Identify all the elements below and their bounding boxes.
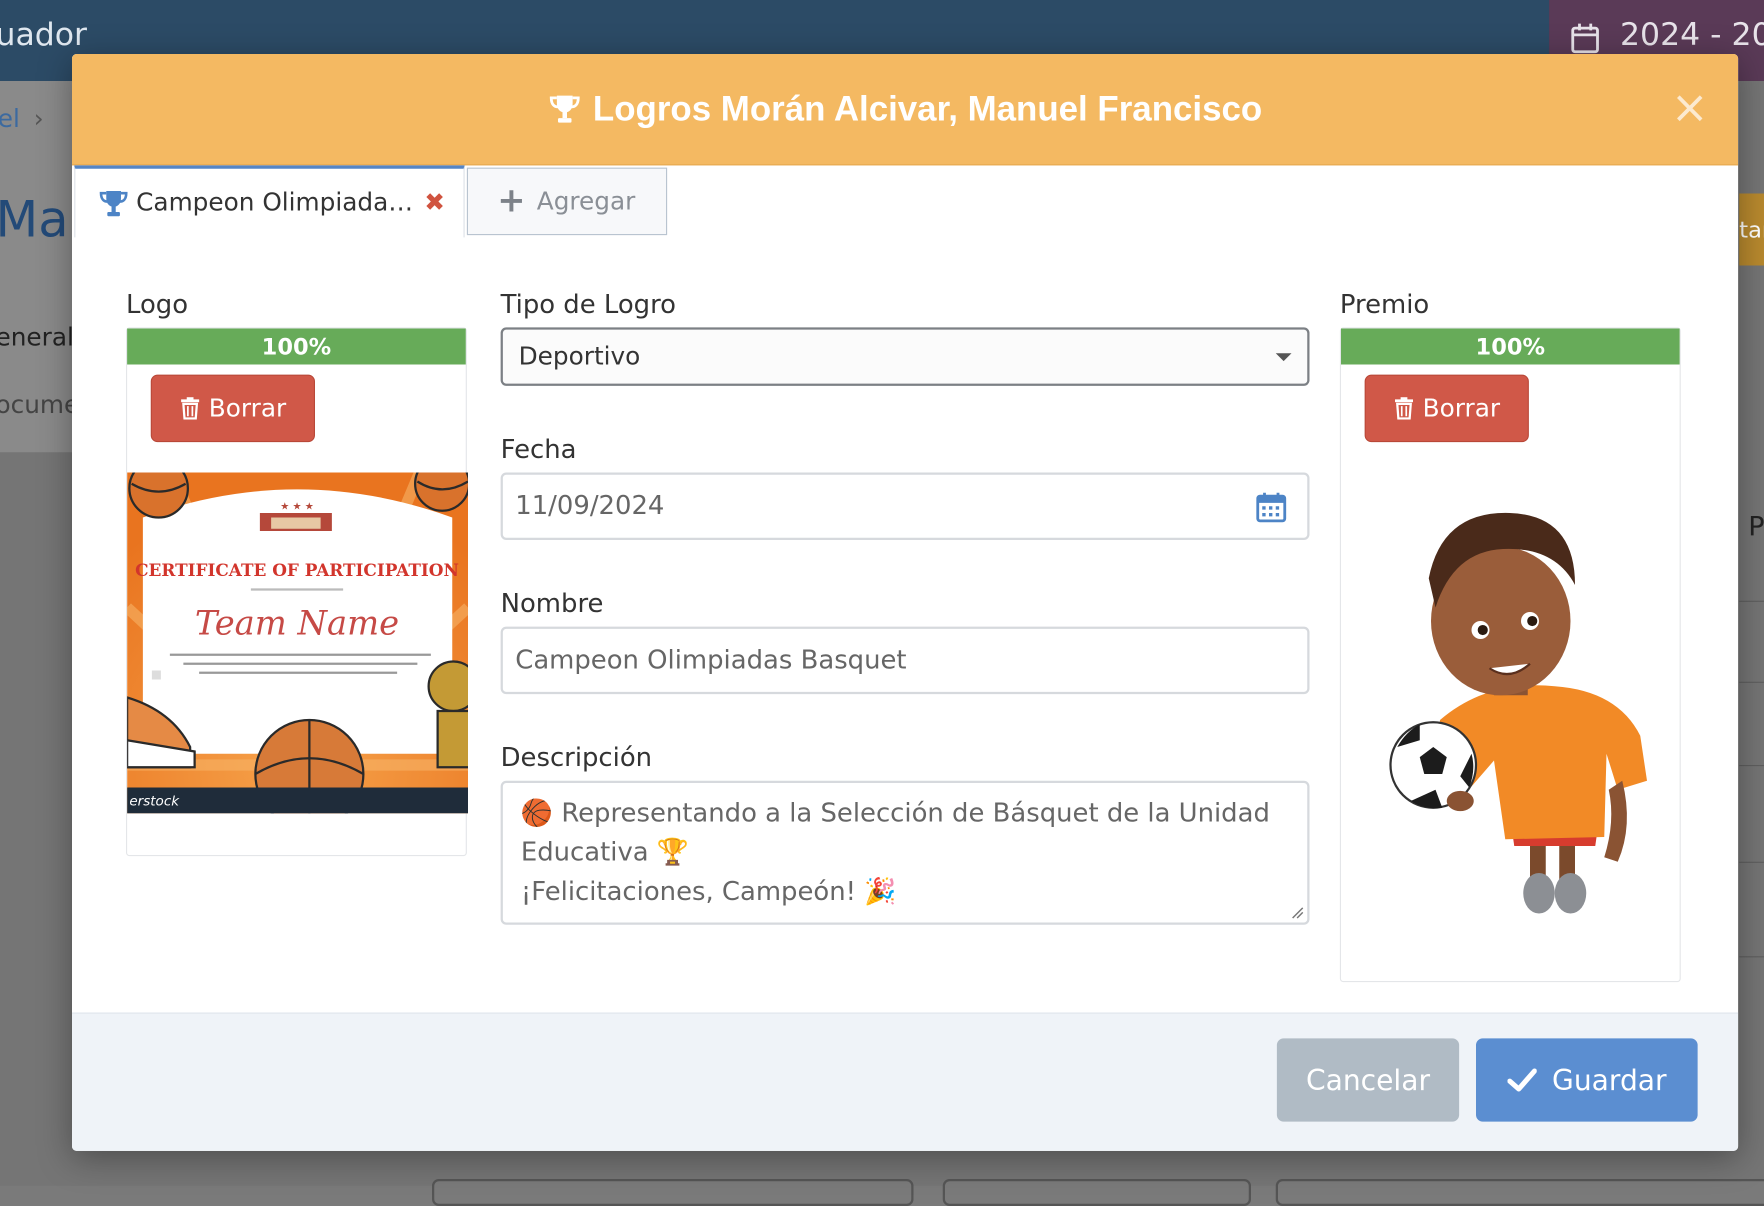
description-label: Descripción <box>500 743 653 773</box>
trash-icon <box>180 397 199 420</box>
prize-label: Premio <box>1339 290 1430 320</box>
academic-year-label: 2024 - 202 <box>1620 15 1764 53</box>
prize-upload-panel: 100% Borrar <box>1339 327 1681 983</box>
tab-achievement-campeon[interactable]: Campeon Olimpiada… ✖ <box>74 165 465 238</box>
image-watermark: erstock <box>129 794 180 810</box>
trash-icon <box>1394 397 1413 420</box>
caret-down-icon <box>1275 353 1292 362</box>
certificate-team: Team Name <box>195 604 399 643</box>
prize-progress-fill: 100% <box>1341 328 1680 365</box>
description-line: ¡Felicitaciones, Campeón! 🎉 <box>520 877 897 907</box>
background-field <box>432 1179 914 1206</box>
description-line: Educativa 🏆 <box>520 838 690 868</box>
save-button[interactable]: Guardar <box>1476 1038 1698 1122</box>
calendar-icon[interactable] <box>1256 492 1288 524</box>
achievement-type-value: Deportivo <box>518 342 641 371</box>
modal-title: Logros Morán Alcivar, Manuel Francisco <box>72 54 1738 164</box>
delete-prize-button[interactable]: Borrar <box>1364 374 1529 443</box>
background-app-title: uador <box>0 15 87 53</box>
save-button-label: Guardar <box>1552 1063 1667 1097</box>
background-column-letter: P <box>1748 510 1764 543</box>
logo-label: Logo <box>126 290 189 320</box>
add-tab-label: Agregar <box>536 187 636 216</box>
close-icon[interactable]: × <box>1670 86 1711 131</box>
background-field <box>942 1179 1251 1206</box>
logo-progress-fill: 100% <box>127 328 466 365</box>
logo-upload-panel: 100% Borrar ★ ★ ★ CERTIFICATE OF PARTICI… <box>126 327 468 857</box>
tab-documents[interactable]: ocume <box>0 392 79 420</box>
delete-prize-label: Borrar <box>1422 394 1501 423</box>
description-textarea[interactable]: 🏀 Representando a la Selección de Básque… <box>500 780 1310 925</box>
add-achievement-tab[interactable]: + Agregar <box>466 167 668 236</box>
svg-text:★ ★ ★: ★ ★ ★ <box>280 502 314 513</box>
name-label: Nombre <box>500 589 604 619</box>
date-label: Fecha <box>500 435 577 465</box>
background-field <box>1275 1179 1764 1206</box>
close-tab-icon[interactable]: ✖ <box>424 189 445 217</box>
resize-handle-icon[interactable] <box>1290 906 1304 920</box>
achievements-modal: Logros Morán Alcivar, Manuel Francisco ×… <box>72 54 1739 1151</box>
modal-title-text: Logros Morán Alcivar, Manuel Francisco <box>592 88 1263 129</box>
description-line: 🏀 Representando a la Selección de Básque… <box>520 798 1270 828</box>
date-value: 11/09/2024 <box>515 491 665 521</box>
chevron-right-icon: › <box>33 105 44 134</box>
check-icon <box>1507 1068 1537 1092</box>
modal-header: Logros Morán Alcivar, Manuel Francisco × <box>72 54 1739 166</box>
tab-label: Campeon Olimpiada… <box>136 189 414 218</box>
calendar-icon <box>1571 23 1599 54</box>
background-action-button[interactable]: tar <box>1739 193 1764 266</box>
modal-footer: Cancelar Guardar <box>72 1012 1739 1151</box>
certificate-title: CERTIFICATE OF PARTICIPATION <box>135 560 459 580</box>
tab-general[interactable]: eneral <box>0 324 74 352</box>
certificate-image: ★ ★ ★ CERTIFICATE OF PARTICIPATION Team … <box>127 472 468 814</box>
cancel-button[interactable]: Cancelar <box>1276 1038 1460 1122</box>
achievement-type-select[interactable]: Deportivo <box>500 327 1310 386</box>
prize-photo <box>1389 512 1647 914</box>
date-input[interactable]: 11/09/2024 <box>500 472 1310 540</box>
trophy-icon <box>99 190 128 216</box>
delete-logo-label: Borrar <box>208 394 287 423</box>
prize-progress-bar: 100% <box>1341 328 1680 365</box>
trophy-icon <box>549 95 580 123</box>
logo-progress-bar: 100% <box>127 328 466 365</box>
plus-icon: + <box>497 181 526 221</box>
name-input[interactable]: Campeon Olimpiadas Basquet <box>500 626 1310 695</box>
name-value: Campeon Olimpiadas Basquet <box>515 645 907 675</box>
achievement-type-label: Tipo de Logro <box>500 290 677 320</box>
breadcrumb[interactable]: el <box>0 106 20 134</box>
delete-logo-button[interactable]: Borrar <box>150 374 315 443</box>
